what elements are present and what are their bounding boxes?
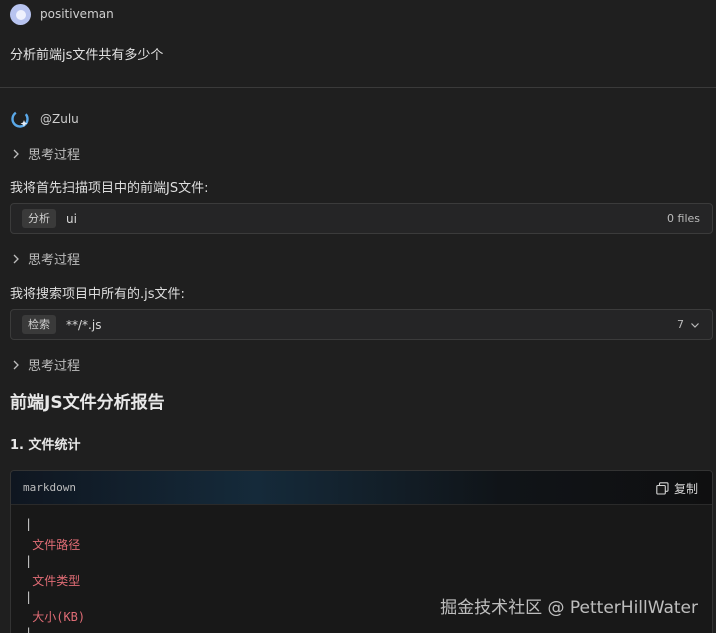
code-line: 文件路径: [25, 538, 81, 552]
code-line: |: [25, 590, 33, 604]
copy-icon: [656, 482, 669, 495]
tool-result-count: 0 files: [667, 212, 700, 225]
tool-argument: ui: [66, 211, 77, 226]
assistant-header: @Zulu: [10, 109, 79, 129]
thinking-toggle-1[interactable]: 思考过程: [10, 144, 80, 163]
user-avatar: [10, 4, 31, 25]
code-language: markdown: [23, 481, 76, 494]
code-line: 文件类型: [25, 574, 81, 588]
report-section-heading: 1. 文件统计: [10, 438, 81, 453]
thinking-toggle-2[interactable]: 思考过程: [10, 249, 80, 268]
thinking-label: 思考过程: [28, 253, 81, 268]
code-line: |: [25, 626, 33, 633]
code-line: |: [25, 554, 33, 568]
tool-call-search[interactable]: 检索 **/*.js 7: [10, 309, 713, 340]
tool-argument: **/*.js: [66, 317, 102, 332]
step-2-text: 我将搜索项目中所有的.js文件:: [10, 287, 185, 302]
tool-tag: 检索: [22, 315, 56, 334]
thinking-label: 思考过程: [28, 359, 81, 374]
watermark: 掘金技术社区 @ PetterHillWater: [440, 598, 698, 618]
zulu-logo-icon: [11, 110, 29, 128]
report-title: 前端JS文件分析报告: [10, 393, 165, 413]
code-block-header: markdown 复制: [11, 471, 712, 505]
copy-label: 复制: [673, 482, 698, 496]
tool-result-count: 7: [677, 318, 684, 331]
step-1-text: 我将首先扫描项目中的前端JS文件:: [10, 181, 209, 196]
tool-call-analyze[interactable]: 分析 ui 0 files: [10, 203, 713, 234]
tool-tag: 分析: [22, 209, 56, 228]
thinking-label: 思考过程: [28, 148, 81, 163]
assistant-name: @Zulu: [40, 112, 79, 126]
tool-result[interactable]: 7: [677, 310, 700, 339]
chevron-down-icon: [691, 322, 699, 328]
user-message-block: positiveman 分析前端js文件共有多少个: [0, 0, 716, 88]
code-line: |: [25, 517, 33, 531]
code-line: 大小(KB): [25, 610, 86, 624]
thinking-toggle-3[interactable]: 思考过程: [10, 355, 80, 374]
chevron-right-icon: [13, 149, 19, 158]
user-name: positiveman: [40, 7, 114, 21]
chevron-right-icon: [13, 360, 19, 369]
tool-result: 0 files: [667, 204, 700, 233]
copy-button[interactable]: 复制: [656, 480, 698, 497]
user-message-text: 分析前端js文件共有多少个: [10, 48, 164, 63]
chevron-right-icon: [13, 254, 19, 263]
